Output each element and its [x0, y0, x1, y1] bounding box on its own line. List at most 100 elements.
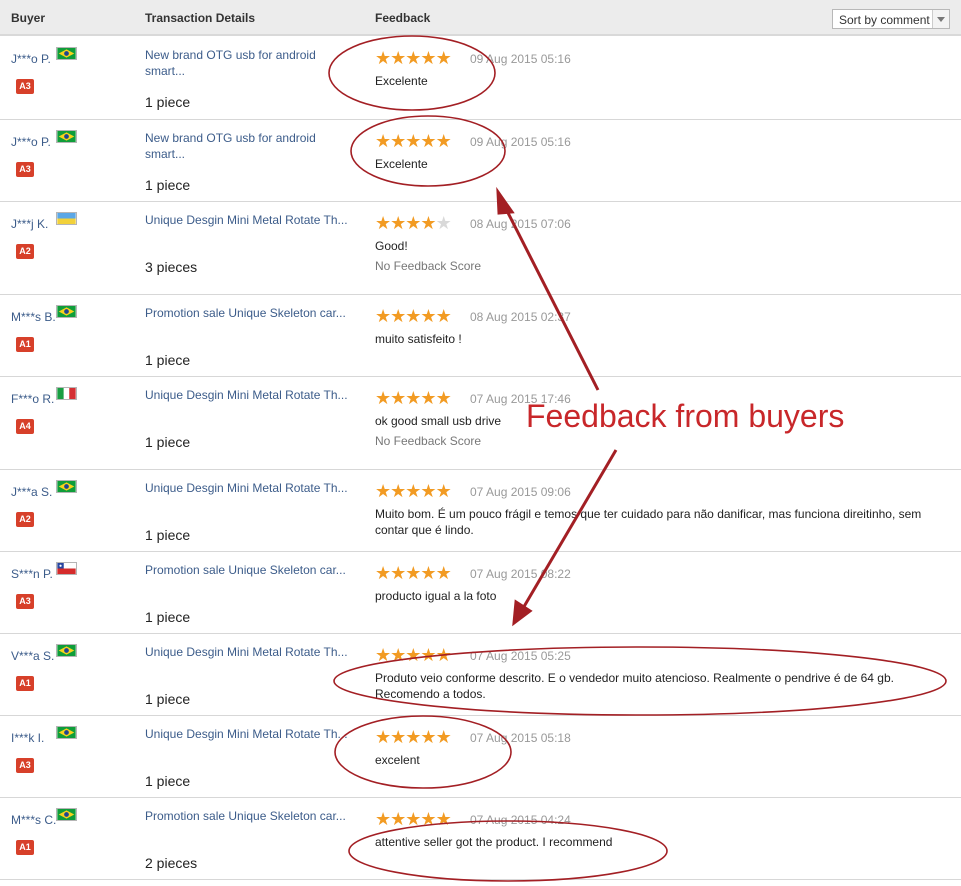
star-icon: ★	[375, 481, 391, 501]
feedback-date: 07 Aug 2015 09:06	[470, 485, 571, 499]
product-link[interactable]: Unique Desgin Mini Metal Rotate Th...	[145, 480, 355, 496]
quantity-text: 1 piece	[145, 773, 191, 789]
star-icon: ★	[405, 388, 421, 408]
star-icon: ★	[375, 563, 391, 583]
country-flag-icon	[56, 726, 77, 739]
product-link[interactable]: Unique Desgin Mini Metal Rotate Th...	[145, 644, 355, 660]
feedback-comment: attentive seller got the product. I reco…	[375, 835, 613, 849]
sort-dropdown-label: Sort by comment	[839, 13, 930, 27]
star-icon: ★	[420, 48, 436, 68]
star-rating: ★★★★★	[375, 727, 452, 747]
quantity-text: 2 pieces	[145, 855, 198, 871]
star-icon: ★	[435, 213, 452, 233]
buyer-name-link[interactable]: J***j K.	[11, 217, 48, 231]
product-link[interactable]: Promotion sale Unique Skeleton car...	[145, 305, 355, 321]
table-row: J***o P. A3 New brand OTG usb for android …	[0, 37, 961, 120]
star-rating: ★★★★★	[375, 48, 452, 68]
star-icon: ★	[390, 481, 406, 501]
table-row: S***n P. A3 Promotion sale Unique Skeleton…	[0, 552, 961, 634]
buyer-name-link[interactable]: J***o P.	[11, 135, 51, 149]
product-link[interactable]: Unique Desgin Mini Metal Rotate Th...	[145, 726, 355, 742]
buyer-name-link[interactable]: V***a S.	[11, 649, 54, 663]
star-rating: ★★★★★	[375, 213, 452, 233]
table-row: V***a S. A1 Unique Desgin Mini Metal Rotat…	[0, 634, 961, 716]
star-icon: ★	[405, 306, 421, 326]
feedback-comment: Excelente	[375, 157, 428, 171]
star-icon: ★	[435, 48, 452, 68]
star-icon: ★	[405, 131, 421, 151]
buyer-name-link[interactable]: M***s B.	[11, 310, 56, 324]
country-flag-icon	[56, 808, 77, 821]
star-icon: ★	[420, 131, 436, 151]
star-icon: ★	[435, 809, 452, 829]
feedback-date: 08 Aug 2015 02:37	[470, 310, 571, 324]
product-link[interactable]: Unique Desgin Mini Metal Rotate Th...	[145, 387, 355, 403]
star-rating: ★★★★★	[375, 809, 452, 829]
quantity-text: 1 piece	[145, 352, 191, 368]
star-rating: ★★★★★	[375, 388, 452, 408]
no-feedback-score: No Feedback Score	[375, 259, 482, 273]
product-link[interactable]: New brand OTG usb for android smart...	[145, 47, 355, 79]
country-flag-icon	[56, 130, 77, 143]
star-icon: ★	[435, 563, 452, 583]
feedback-date: 07 Aug 2015 04:24	[470, 813, 571, 827]
country-flag-icon	[56, 480, 77, 493]
product-link[interactable]: Promotion sale Unique Skeleton car...	[145, 808, 355, 824]
buyer-level-badge: A3	[16, 758, 34, 773]
star-icon: ★	[405, 809, 421, 829]
product-link[interactable]: New brand OTG usb for android smart...	[145, 130, 355, 162]
star-icon: ★	[375, 388, 391, 408]
country-flag-icon	[56, 387, 77, 400]
buyer-level-badge: A4	[16, 419, 34, 434]
buyer-name-link[interactable]: M***s C.	[11, 813, 56, 827]
star-icon: ★	[390, 645, 406, 665]
table-row: I***k I. A3 Unique Desgin Mini Metal Rotat…	[0, 716, 961, 798]
star-icon: ★	[390, 809, 406, 829]
buyer-level-badge: A1	[16, 337, 34, 352]
star-icon: ★	[435, 481, 452, 501]
country-flag-icon	[56, 305, 77, 318]
star-icon: ★	[375, 727, 391, 747]
star-icon: ★	[375, 213, 391, 233]
buyer-name-link[interactable]: I***k I.	[11, 731, 44, 745]
product-link[interactable]: Unique Desgin Mini Metal Rotate Th...	[145, 212, 355, 228]
feedback-comment: Excelente	[375, 74, 428, 88]
buyer-name-link[interactable]: J***o P.	[11, 52, 51, 66]
star-icon: ★	[390, 388, 406, 408]
star-icon: ★	[420, 809, 436, 829]
buyer-level-badge: A2	[16, 512, 34, 527]
star-icon: ★	[390, 306, 406, 326]
quantity-text: 1 piece	[145, 177, 191, 193]
feedback-comment: Good!	[375, 239, 408, 253]
star-icon: ★	[405, 563, 421, 583]
quantity-text: 1 piece	[145, 527, 191, 543]
table-row: J***o P. A3 New brand OTG usb for android …	[0, 120, 961, 202]
star-icon: ★	[390, 131, 406, 151]
feedback-date: 09 Aug 2015 05:16	[470, 135, 571, 149]
star-icon: ★	[420, 388, 436, 408]
buyer-name-link[interactable]: J***a S.	[11, 485, 52, 499]
no-feedback-score: No Feedback Score	[375, 434, 482, 448]
star-icon: ★	[375, 645, 391, 665]
sort-dropdown[interactable]: Sort by comment	[832, 9, 950, 29]
star-icon: ★	[435, 727, 452, 747]
star-icon: ★	[435, 131, 452, 151]
chevron-down-icon[interactable]	[932, 10, 949, 28]
buyer-level-badge: A3	[16, 594, 34, 609]
buyer-level-badge: A1	[16, 840, 34, 855]
star-icon: ★	[375, 809, 391, 829]
feedback-date: 07 Aug 2015 05:18	[470, 731, 571, 745]
star-rating: ★★★★★	[375, 563, 452, 583]
quantity-text: 1 piece	[145, 691, 191, 707]
star-icon: ★	[375, 306, 391, 326]
table-row: J***a S. A2 Unique Desgin Mini Metal Rotat…	[0, 470, 961, 552]
header-buyer: Buyer	[11, 11, 46, 25]
quantity-text: 1 piece	[145, 94, 191, 110]
star-icon: ★	[405, 481, 421, 501]
buyer-name-link[interactable]: S***n P.	[11, 567, 53, 581]
product-link[interactable]: Promotion sale Unique Skeleton car...	[145, 562, 355, 578]
quantity-text: 3 pieces	[145, 259, 198, 275]
star-icon: ★	[420, 213, 436, 233]
star-icon: ★	[420, 563, 436, 583]
buyer-name-link[interactable]: F***o R.	[11, 392, 54, 406]
